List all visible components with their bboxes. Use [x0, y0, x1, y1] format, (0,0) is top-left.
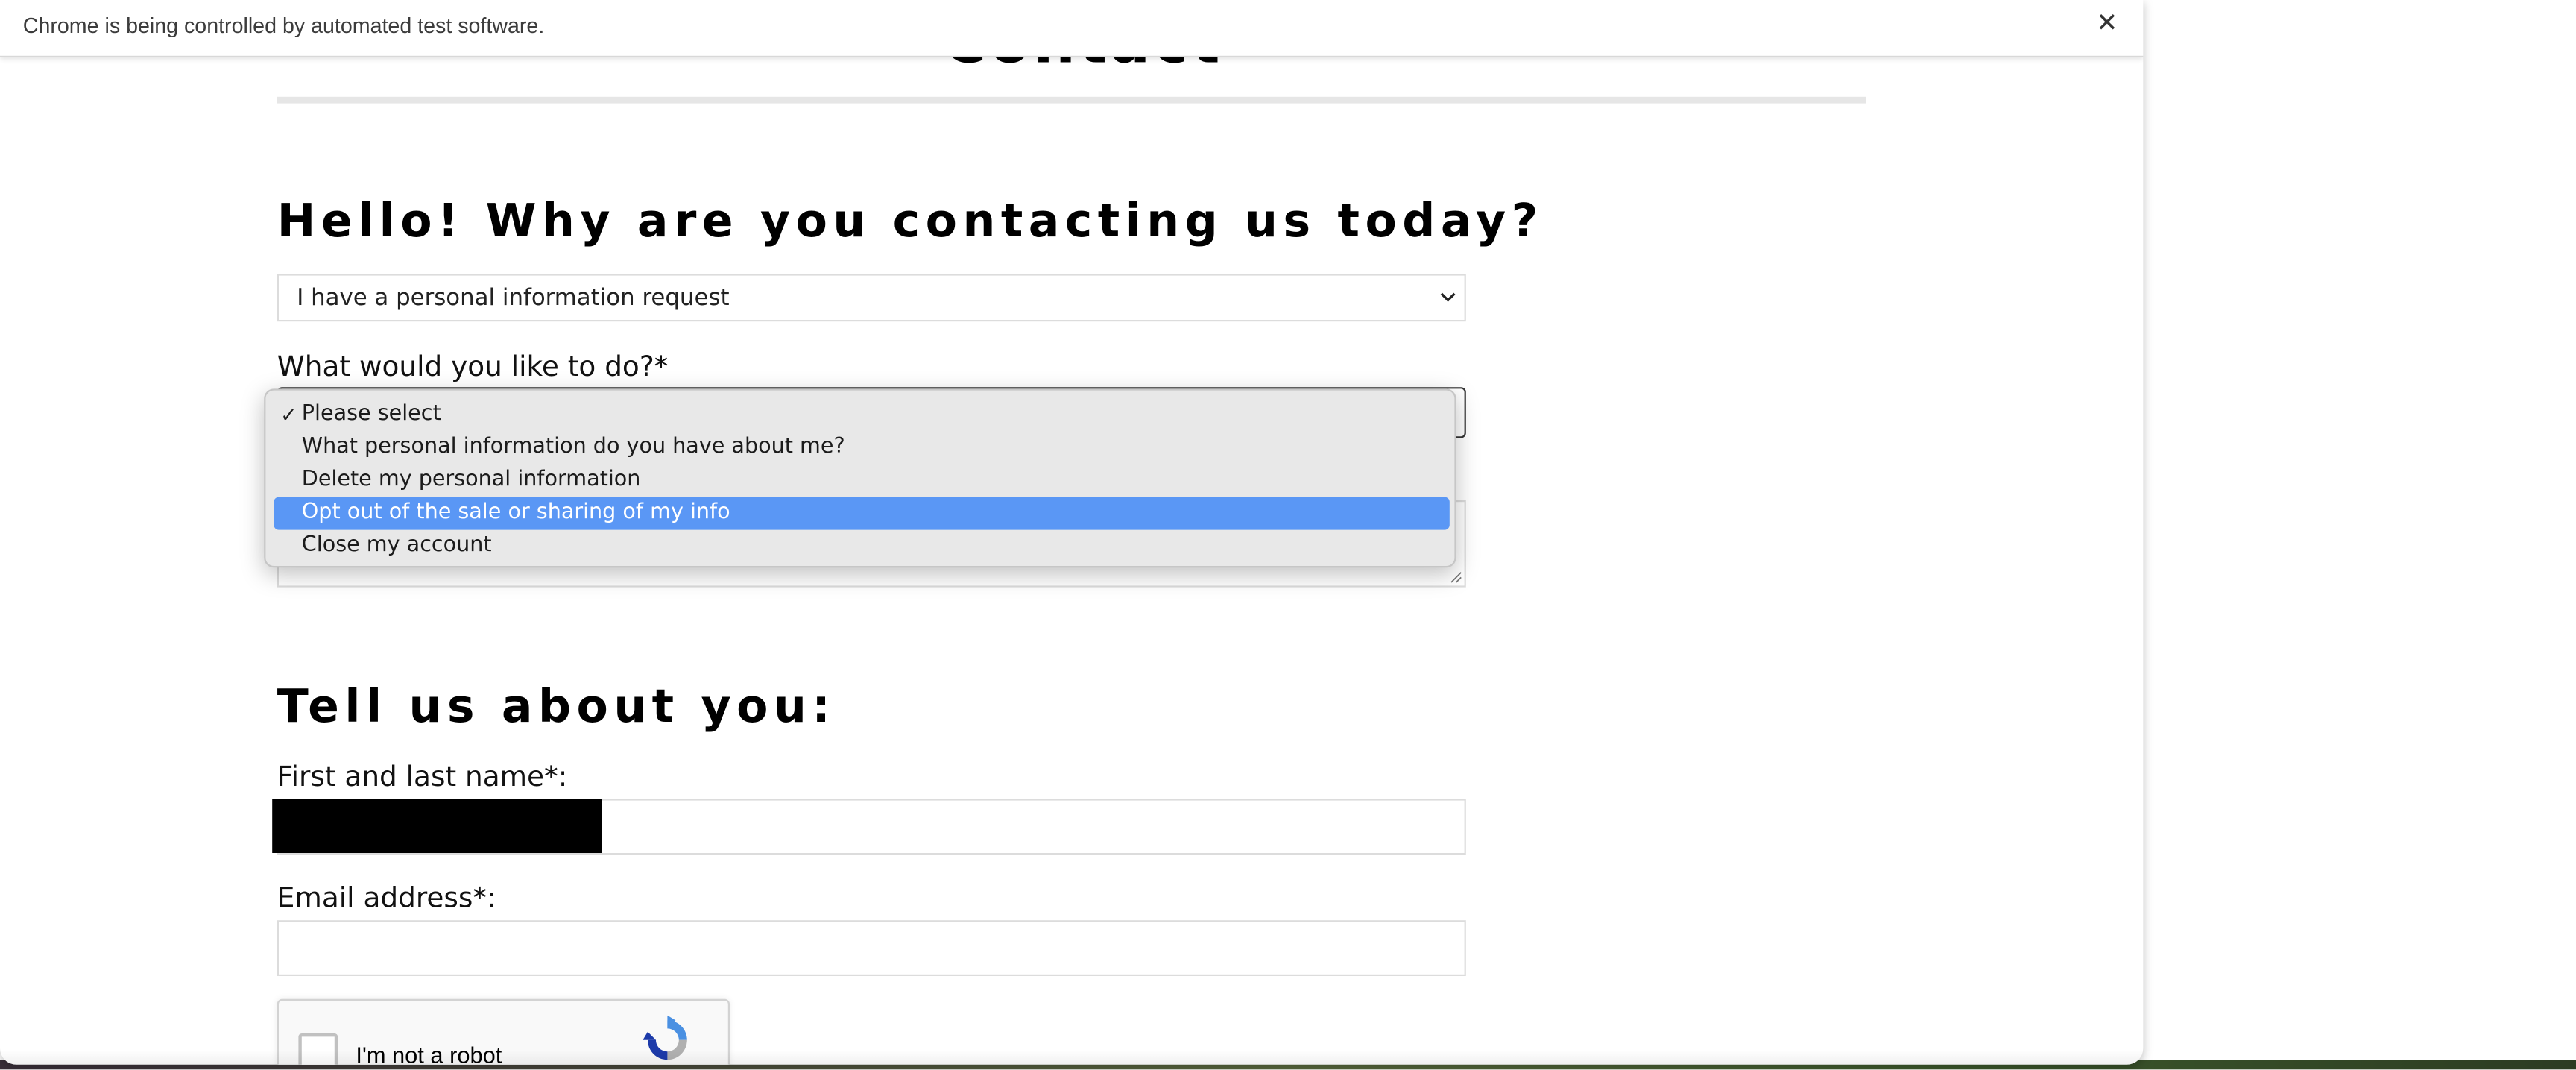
infobar-message: Chrome is being controlled by automated … [22, 13, 545, 38]
reason-select[interactable]: I have a personal information request [277, 274, 1466, 322]
about-section-heading: Tell us about you: [277, 679, 836, 734]
screen: Contact Hello! Why are you contacting us… [0, 0, 2576, 1070]
action-dropdown-menu: ✓ Please select What personal informatio… [264, 388, 1456, 568]
automation-infobar: Chrome is being controlled by automated … [0, 0, 2144, 57]
option-label: Delete my personal information [301, 468, 641, 492]
option-label: Opt out of the sale or sharing of my inf… [301, 500, 730, 525]
dropdown-option-opt-out[interactable]: Opt out of the sale or sharing of my inf… [274, 497, 1450, 530]
desktop-background [2143, 0, 2576, 1070]
browser-window: Contact Hello! Why are you contacting us… [0, 0, 2144, 1065]
heading-divider [277, 96, 1866, 104]
resize-grip-icon[interactable] [1450, 571, 1463, 585]
option-label: Close my account [301, 533, 492, 558]
checkmark-icon: ✓ [280, 403, 297, 427]
option-label: Please select [301, 402, 441, 427]
dropdown-option-delete-info[interactable]: Delete my personal information [274, 465, 1449, 497]
action-label: What would you like to do?* [277, 350, 669, 384]
dropdown-option-close-account[interactable]: Close my account [274, 530, 1449, 563]
reason-select-value: I have a personal information request [297, 285, 730, 312]
reason-section-heading: Hello! Why are you contacting us today? [277, 193, 1544, 248]
chevron-down-icon [1440, 292, 1456, 302]
contact-page: Contact Hello! Why are you contacting us… [0, 0, 2144, 1065]
dropdown-option-please-select[interactable]: ✓ Please select [274, 399, 1449, 432]
email-label: Email address*: [277, 882, 496, 916]
close-icon[interactable]: ✕ [2092, 8, 2122, 41]
redaction-block [272, 799, 602, 853]
dropdown-option-view-info[interactable]: What personal information do you have ab… [274, 432, 1449, 465]
name-label: First and last name*: [277, 761, 568, 794]
window-bottom-shadow [0, 1050, 2144, 1065]
email-field[interactable] [277, 920, 1466, 976]
option-label: What personal information do you have ab… [301, 435, 845, 459]
